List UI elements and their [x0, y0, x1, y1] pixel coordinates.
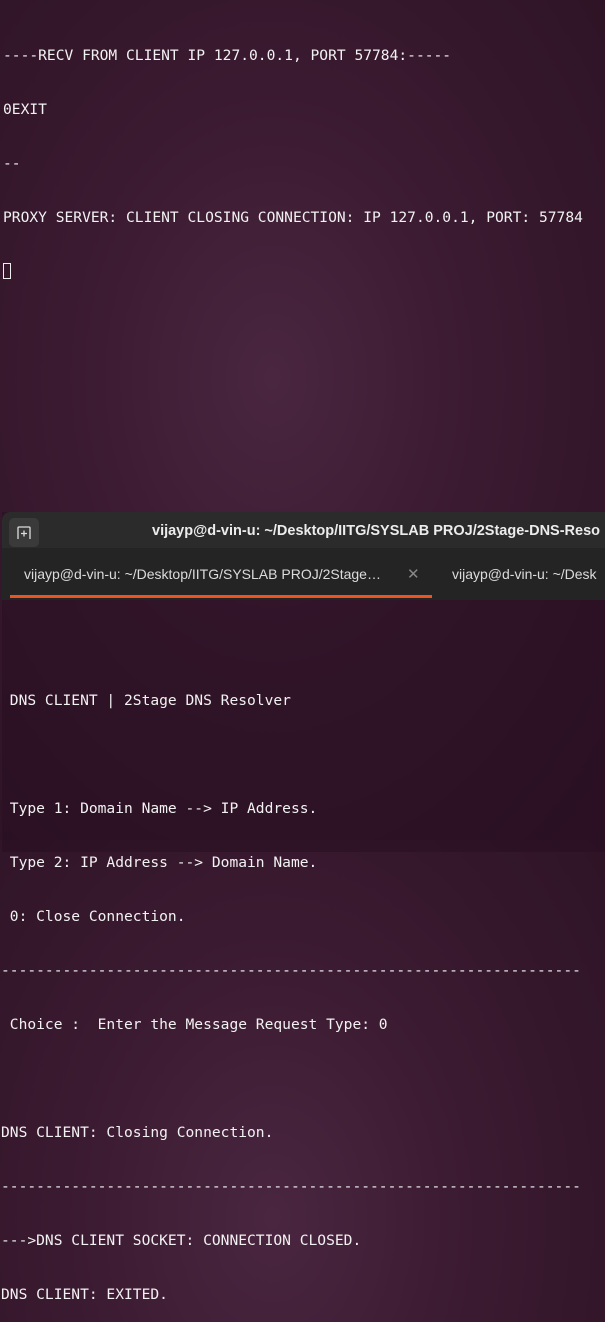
terminal-line: ----RECV FROM CLIENT IP 127.0.0.1, PORT … [3, 47, 452, 64]
terminal-line: Choice : Enter the Message Request Type:… [1, 1016, 388, 1033]
terminal-line: Type 1: Domain Name --> IP Address. [1, 800, 318, 817]
terminal-line: 0EXIT [3, 101, 47, 118]
terminal-line: --->DNS CLIENT SOCKET: CONNECTION CLOSED… [1, 1232, 362, 1249]
client-terminal-output: ​ DNS CLIENT | 2Stage DNS Resolver ​ Typ… [1, 602, 581, 1322]
close-tab-icon[interactable]: ✕ [407, 565, 420, 583]
tab-label: vijayp@d-vin-u: ~/Desk [452, 566, 597, 582]
terminal-line: DNS CLIENT: Closing Connection. [1, 1124, 274, 1141]
new-tab-icon [17, 525, 31, 539]
tab-active[interactable]: vijayp@d-vin-u: ~/Desktop/IITG/SYSLAB PR… [10, 548, 432, 600]
terminal-line: DNS CLIENT | 2Stage DNS Resolver [1, 692, 291, 709]
new-tab-button[interactable] [9, 518, 39, 547]
terminal-line: ​ [1, 746, 581, 764]
terminal-line: PROXY SERVER: CLIENT CLOSING CONNECTION:… [3, 209, 583, 226]
terminal-line: Type 2: IP Address --> Domain Name. [1, 854, 318, 871]
terminal-cursor [3, 263, 11, 279]
window-title: vijayp@d-vin-u: ~/Desktop/IITG/SYSLAB PR… [152, 523, 601, 539]
terminal-line: ----------------------------------------… [1, 1178, 581, 1195]
terminal-line: -- [3, 155, 21, 172]
terminal-line: 0: Close Connection. [1, 908, 186, 925]
terminal-line: ​ [1, 1070, 581, 1088]
tab-inactive[interactable]: vijayp@d-vin-u: ~/Desk [452, 548, 597, 600]
terminal-line: ----------------------------------------… [1, 962, 581, 979]
tab-bar: vijayp@d-vin-u: ~/Desktop/IITG/SYSLAB PR… [2, 548, 605, 600]
tab-label: vijayp@d-vin-u: ~/Desktop/IITG/SYSLAB PR… [24, 566, 381, 582]
window-header: vijayp@d-vin-u: ~/Desktop/IITG/SYSLAB PR… [2, 512, 605, 548]
terminal-line: ​ [1, 638, 581, 656]
server-terminal-output: ----RECV FROM CLIENT IP 127.0.0.1, PORT … [3, 11, 583, 299]
terminal-line: DNS CLIENT: EXITED. [1, 1286, 168, 1303]
